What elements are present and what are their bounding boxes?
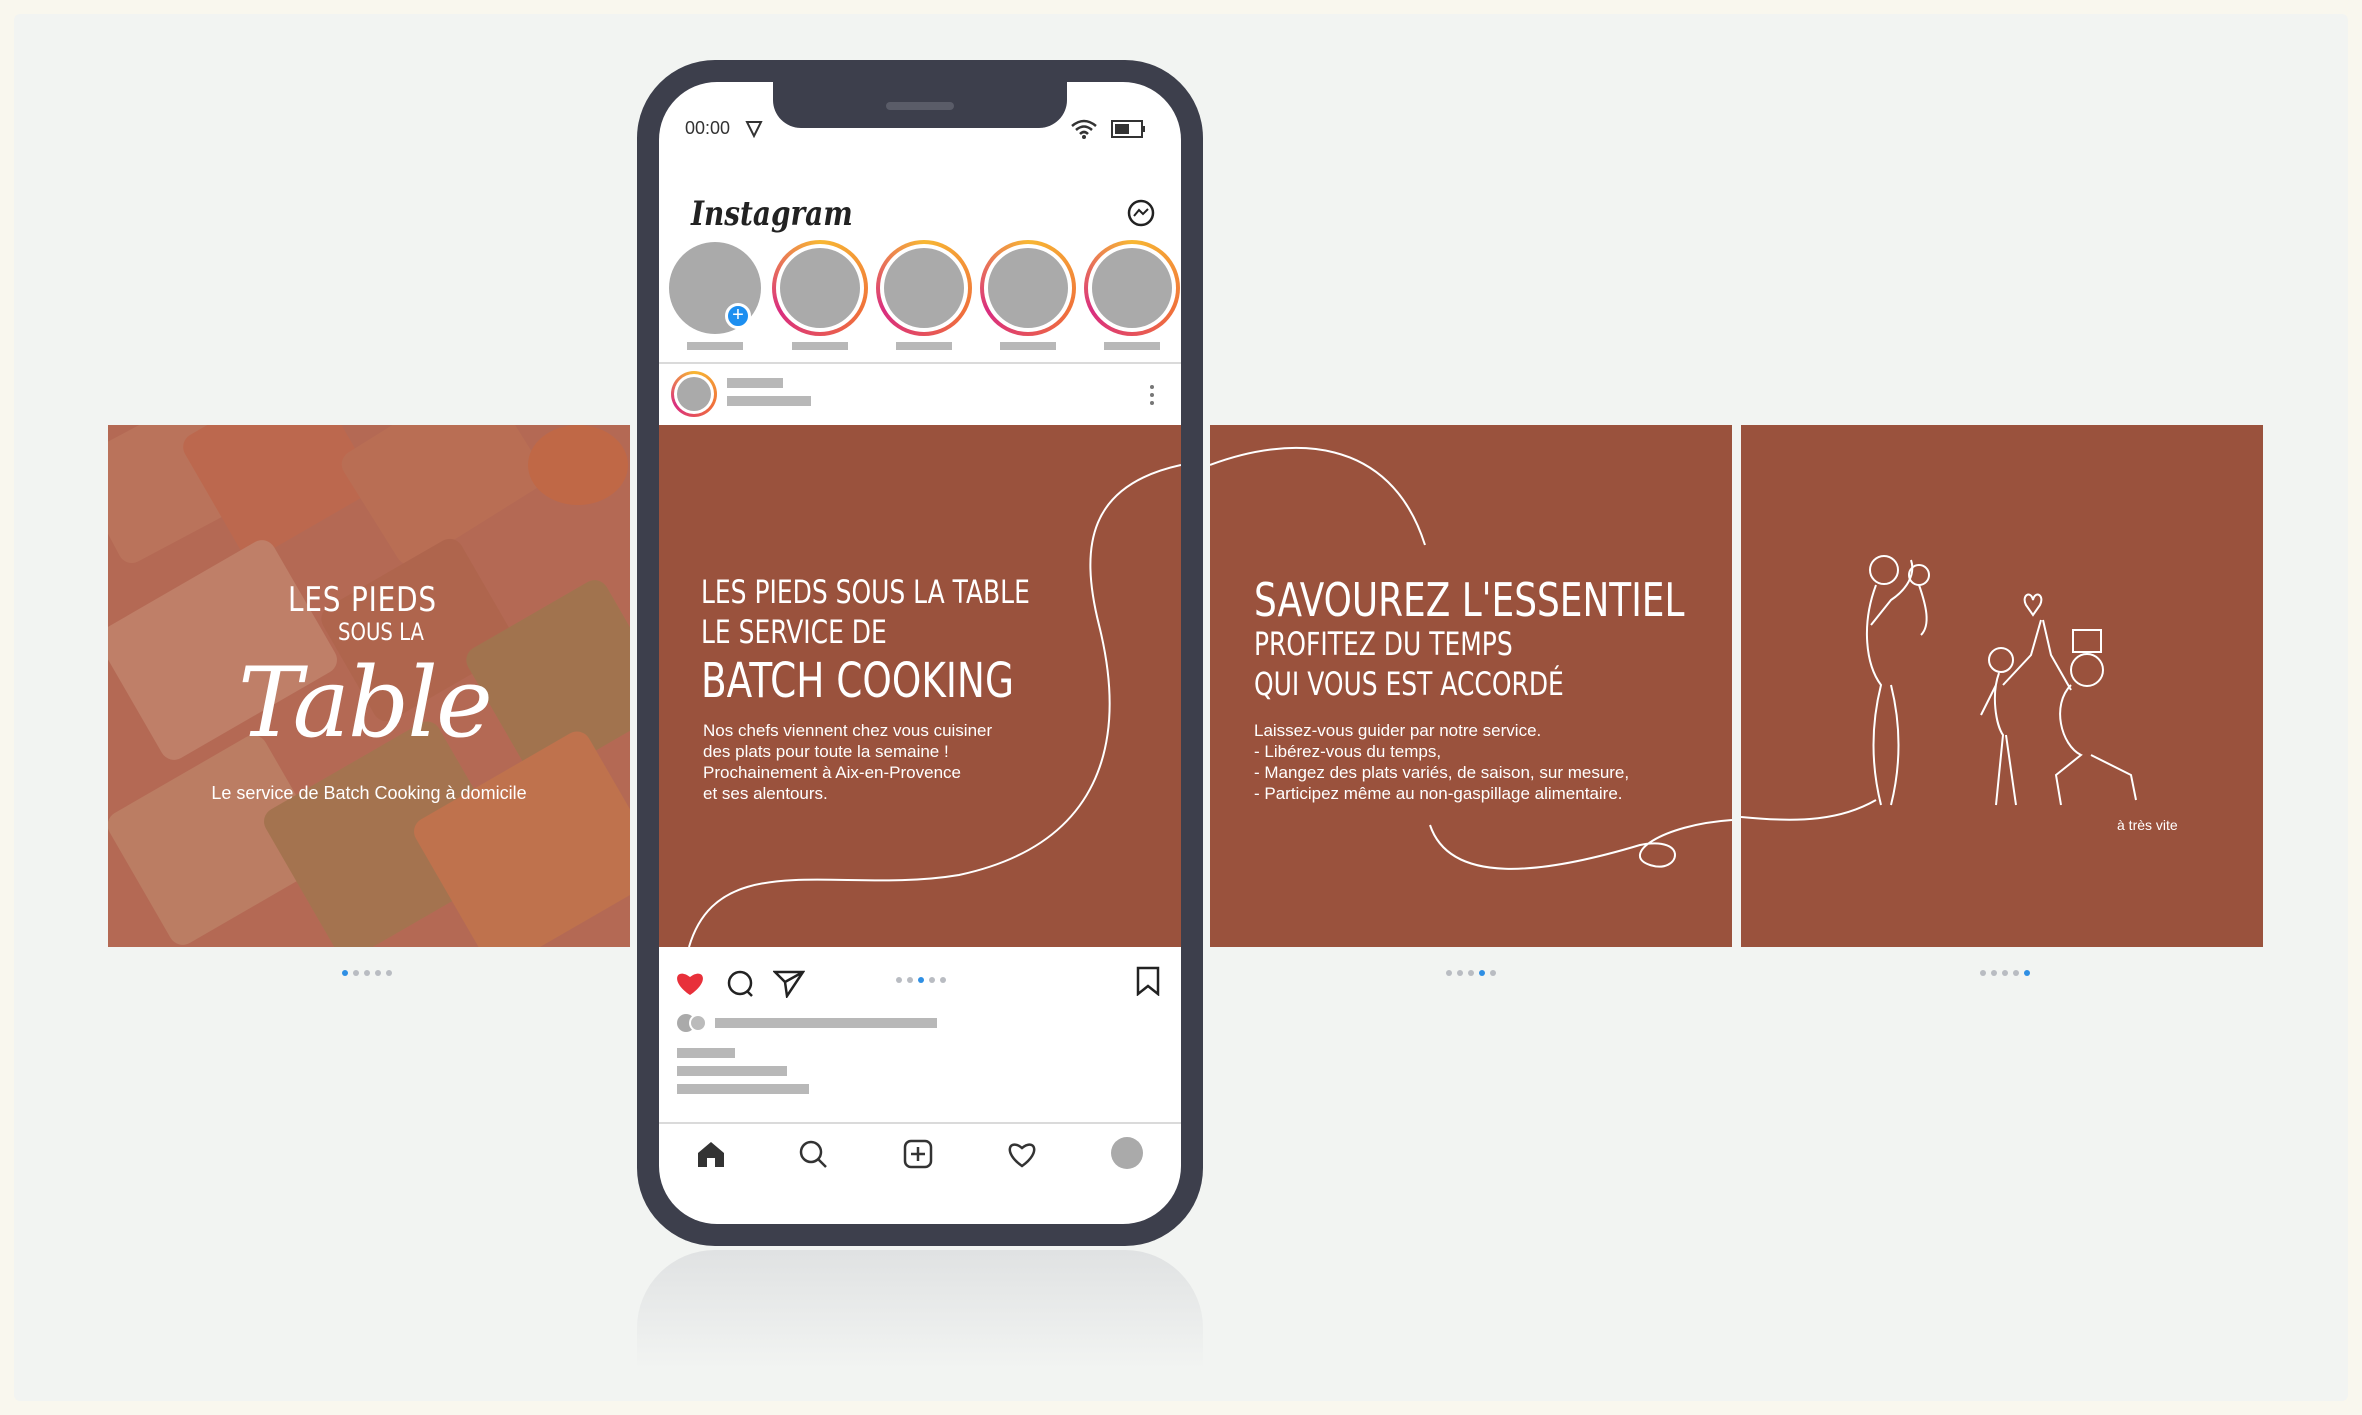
indicator-dot xyxy=(364,970,370,976)
indicator-dot xyxy=(1468,970,1474,976)
slide-script-title: Table xyxy=(238,647,493,759)
story-label-placeholder xyxy=(1104,342,1160,350)
battery-icon xyxy=(1111,120,1145,138)
indicator-dot xyxy=(2002,970,2008,976)
speaker-grille xyxy=(886,102,954,110)
avatar xyxy=(780,248,860,328)
caption-placeholder xyxy=(677,1048,735,1058)
divider xyxy=(659,362,1181,364)
location-placeholder xyxy=(727,396,811,406)
indicator-dot xyxy=(353,970,359,976)
indicator-dot xyxy=(375,970,381,976)
story-label-placeholder xyxy=(687,342,743,350)
slide-indicator xyxy=(896,977,946,983)
profile-icon[interactable] xyxy=(1111,1137,1143,1169)
comment-icon[interactable] xyxy=(725,968,755,998)
slide-title: LES PIEDS xyxy=(288,580,437,620)
carousel-slide-1: LES PIEDS SOUS LA Table Le service de Ba… xyxy=(108,425,630,947)
likes-placeholder xyxy=(715,1018,937,1028)
app-logo: Instagram xyxy=(691,194,853,234)
status-time: 00:00 xyxy=(685,118,731,138)
indicator-dot xyxy=(1980,970,1986,976)
story-item[interactable] xyxy=(980,240,1076,336)
carousel-slide-3: SAVOUREZ L'ESSENTIEL PROFITEZ DU TEMPS Q… xyxy=(1210,425,1732,947)
indicator-dot xyxy=(2013,970,2019,976)
avatar xyxy=(988,248,1068,328)
story-item[interactable] xyxy=(876,240,972,336)
canvas: LES PIEDS SOUS LA Table Le service de Ba… xyxy=(0,0,2362,1415)
indicator-dot xyxy=(896,977,902,983)
indicator-dot xyxy=(1446,970,1452,976)
line-art-curve xyxy=(688,464,1181,947)
search-icon[interactable] xyxy=(798,1139,830,1169)
more-icon[interactable] xyxy=(1149,384,1155,408)
indicator-dot xyxy=(1479,970,1485,976)
family-chef-illustration xyxy=(1741,555,2137,821)
slide-indicator xyxy=(1980,970,2030,976)
post-avatar[interactable] xyxy=(671,371,717,417)
indicator-dot xyxy=(2024,970,2030,976)
phone-mockup: 00:00 Instagram + LES PIEDS SOUS LA TABL… xyxy=(637,60,1203,1246)
divider xyxy=(659,1122,1181,1124)
story-label-placeholder xyxy=(792,342,848,350)
add-post-icon[interactable] xyxy=(902,1139,934,1169)
story-label-placeholder xyxy=(1000,342,1056,350)
phone-screen: 00:00 Instagram + LES PIEDS SOUS LA TABL… xyxy=(659,82,1181,1224)
slide-indicator xyxy=(1446,970,1496,976)
avatar xyxy=(884,248,964,328)
indicator-dot xyxy=(386,970,392,976)
avatar xyxy=(677,377,711,411)
indicator-dot xyxy=(1490,970,1496,976)
phone-notch xyxy=(773,82,1067,128)
indicator-dot xyxy=(940,977,946,983)
activity-heart-icon[interactable] xyxy=(1006,1139,1038,1169)
slide-indicator xyxy=(342,970,392,976)
slide-subtitle: SOUS LA xyxy=(338,618,425,646)
wifi-icon xyxy=(1071,119,1097,139)
heart-icon[interactable] xyxy=(675,969,705,997)
story-item[interactable] xyxy=(1084,240,1180,336)
username-placeholder xyxy=(727,378,783,388)
indicator-dot xyxy=(907,977,913,983)
location-arrow-icon xyxy=(745,121,763,138)
bookmark-icon[interactable] xyxy=(1135,966,1161,996)
story-item[interactable] xyxy=(772,240,868,336)
story-label-placeholder xyxy=(896,342,952,350)
indicator-dot xyxy=(1991,970,1997,976)
send-icon[interactable] xyxy=(773,968,805,998)
liked-by-avatar xyxy=(689,1014,707,1032)
line-art-curve xyxy=(1210,446,1732,870)
avatar xyxy=(1092,248,1172,328)
caption-placeholder xyxy=(677,1066,787,1076)
messenger-icon[interactable] xyxy=(1125,197,1157,229)
phone-reflection xyxy=(637,1250,1203,1370)
story-own[interactable]: + xyxy=(667,240,763,336)
indicator-dot xyxy=(1457,970,1463,976)
home-icon[interactable] xyxy=(695,1139,727,1169)
indicator-dot xyxy=(929,977,935,983)
caption-placeholder xyxy=(677,1084,809,1094)
plus-icon[interactable]: + xyxy=(725,303,751,329)
carousel-slide-4: à très vite xyxy=(1741,425,2263,947)
indicator-dot xyxy=(342,970,348,976)
slide-caption: à très vite xyxy=(2117,817,2178,833)
carousel-slide-2: LES PIEDS SOUS LA TABLE LE SERVICE DE BA… xyxy=(659,425,1181,947)
indicator-dot xyxy=(918,977,924,983)
slide-tagline: Le service de Batch Cooking à domicile xyxy=(211,783,527,803)
